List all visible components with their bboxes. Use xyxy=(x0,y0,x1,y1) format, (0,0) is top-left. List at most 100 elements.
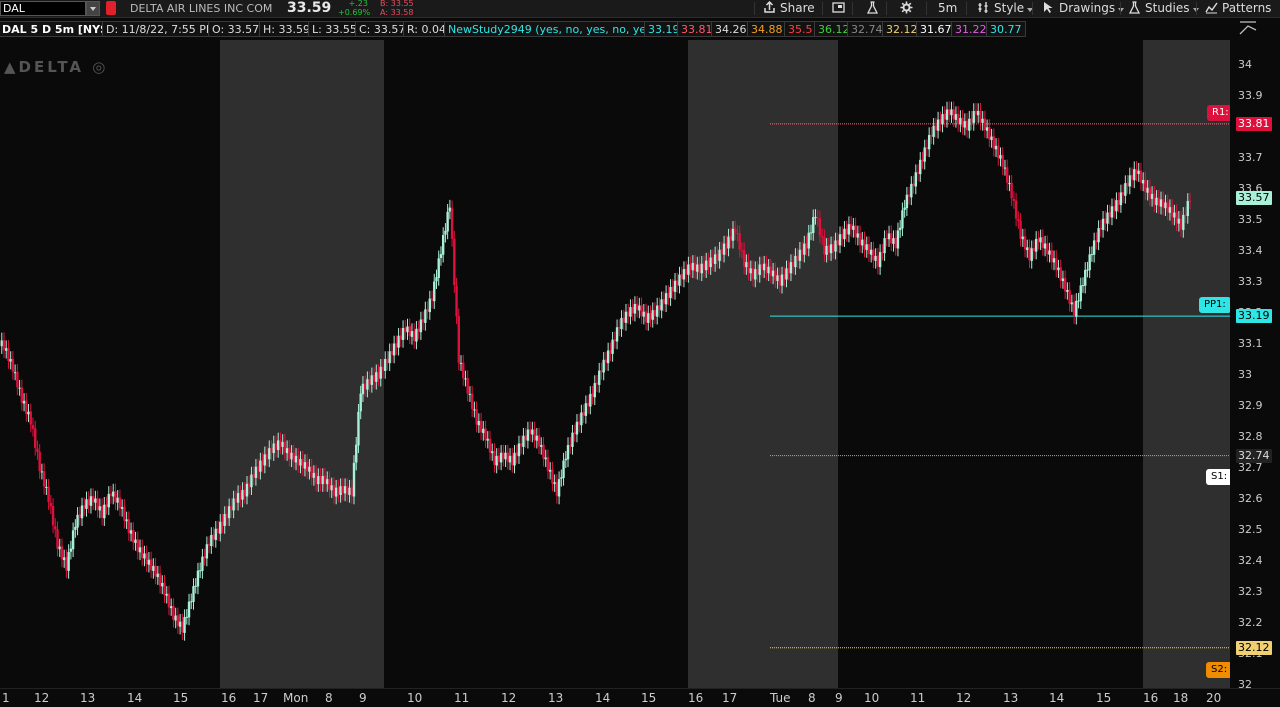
candle-up xyxy=(580,412,583,426)
candle-up xyxy=(491,451,494,454)
candle-up xyxy=(112,491,115,497)
candle-down xyxy=(823,237,826,255)
candle-up xyxy=(898,227,902,231)
patterns-button[interactable]: Patterns xyxy=(1205,0,1271,17)
candle-up xyxy=(941,114,944,125)
candle-down xyxy=(716,254,719,261)
candle-up xyxy=(477,421,481,426)
flexgrid-button[interactable] xyxy=(832,0,849,17)
candle-up xyxy=(129,530,133,534)
candle-down xyxy=(820,236,824,238)
candle-up xyxy=(1066,290,1069,292)
candlestick-plot[interactable] xyxy=(0,40,1230,688)
candle-up xyxy=(1077,300,1080,302)
time-tick: 13 xyxy=(1003,691,1019,705)
candle-up xyxy=(138,547,142,553)
candle-down xyxy=(42,471,46,487)
candle-up xyxy=(161,583,164,587)
level-tag-r1[interactable]: R1: xyxy=(1207,104,1230,121)
candle-up xyxy=(339,486,342,495)
candle-down xyxy=(297,455,300,465)
candle-down xyxy=(627,311,630,317)
candle-down xyxy=(466,378,469,394)
candle-down xyxy=(546,457,550,472)
toolbar-divider xyxy=(1120,2,1121,15)
candle-up xyxy=(963,121,967,128)
candle-down xyxy=(319,475,322,484)
time-axis[interactable]: 1 12 13 14 15 16 17 Mon 8 9 10 11 12 13 14 15 16 17 Tue 8 9 1… xyxy=(0,688,1280,707)
time-tick: 16 xyxy=(1143,691,1159,705)
chart-settings-button[interactable] xyxy=(900,0,917,17)
candle-up xyxy=(1128,175,1132,187)
level-tag-pp1[interactable]: PP1: xyxy=(1199,297,1230,314)
candle-up xyxy=(589,393,592,407)
candle-up xyxy=(785,268,788,280)
drawings-button[interactable]: Drawings xyxy=(1042,0,1125,17)
candle-down xyxy=(1179,218,1183,230)
bid-ask: B: 33.55 A: 33.58 xyxy=(380,0,414,17)
study-name[interactable]: NewStudy2949 (yes, no, yes, no, yes) xyxy=(444,21,661,37)
candle-up xyxy=(1133,169,1136,181)
candle-down xyxy=(172,605,175,620)
candle-down xyxy=(65,557,68,571)
candle-up xyxy=(1079,285,1082,302)
price-chart[interactable]: ▲DELTA ◎ R1: PP1: S1: S2: xyxy=(0,40,1230,688)
candle-down xyxy=(876,255,880,267)
level-tag-s2[interactable]: S2: xyxy=(1206,661,1230,678)
studies-button[interactable]: Studies xyxy=(1128,0,1199,17)
candle-up xyxy=(678,274,681,286)
candle-up xyxy=(1061,278,1065,282)
labs-button[interactable] xyxy=(866,0,883,17)
candle-up xyxy=(379,366,382,379)
candle-up xyxy=(194,585,197,587)
candle-down xyxy=(60,546,64,560)
candle-down xyxy=(1072,302,1076,317)
toolbar-divider xyxy=(966,2,967,15)
timeframe-button[interactable]: 5m xyxy=(938,0,957,17)
alert-flag-icon[interactable] xyxy=(106,1,116,15)
time-tick: 15 xyxy=(173,691,189,705)
candle-down xyxy=(386,358,389,363)
candle-up xyxy=(504,452,507,460)
time-tick: 9 xyxy=(359,691,367,705)
candle-up xyxy=(120,507,124,509)
study-value: 35.5 xyxy=(784,21,817,37)
candle-up xyxy=(392,343,396,356)
candle-up xyxy=(901,210,904,229)
candle-down xyxy=(1059,267,1062,281)
candle-down xyxy=(836,240,839,245)
study-value: 31.67 xyxy=(916,21,956,37)
candle-up xyxy=(1097,228,1100,243)
candle-down xyxy=(653,309,657,317)
symbol-input[interactable]: DAL xyxy=(0,1,86,16)
time-tick: 8 xyxy=(325,691,333,705)
share-button[interactable]: Share xyxy=(763,0,815,17)
candle-down xyxy=(600,370,603,372)
candle-up xyxy=(401,328,405,340)
study-value: 34.26 xyxy=(711,21,751,37)
level-tag-s1[interactable]: S1: xyxy=(1206,468,1230,485)
candle-up xyxy=(584,403,588,416)
candle-up xyxy=(1110,206,1114,218)
toolbar-divider xyxy=(1196,2,1197,15)
price-axis[interactable]: 3433.933.833.733.633.533.433.333.233.133… xyxy=(1230,40,1280,691)
candle-down xyxy=(591,393,594,397)
candle-up xyxy=(874,255,877,261)
patterns-label: Patterns xyxy=(1222,1,1272,15)
candle-up xyxy=(655,305,659,317)
candle-up xyxy=(776,275,779,282)
candle-up xyxy=(847,224,851,235)
candle-up xyxy=(954,114,958,120)
zoom-icon[interactable] xyxy=(1238,20,1258,36)
candle-up xyxy=(448,207,452,212)
candle-up xyxy=(1182,214,1185,230)
candle-up xyxy=(825,245,828,255)
style-button[interactable]: Style xyxy=(977,0,1034,17)
company-name: DELTA AIR LINES INC COM xyxy=(130,2,273,15)
candle-up xyxy=(459,362,463,364)
candle-down xyxy=(149,559,153,571)
toolbar-divider xyxy=(926,2,927,15)
symbol-dropdown-button[interactable] xyxy=(86,1,100,16)
candle-up xyxy=(366,379,369,390)
candle-up xyxy=(985,127,989,131)
